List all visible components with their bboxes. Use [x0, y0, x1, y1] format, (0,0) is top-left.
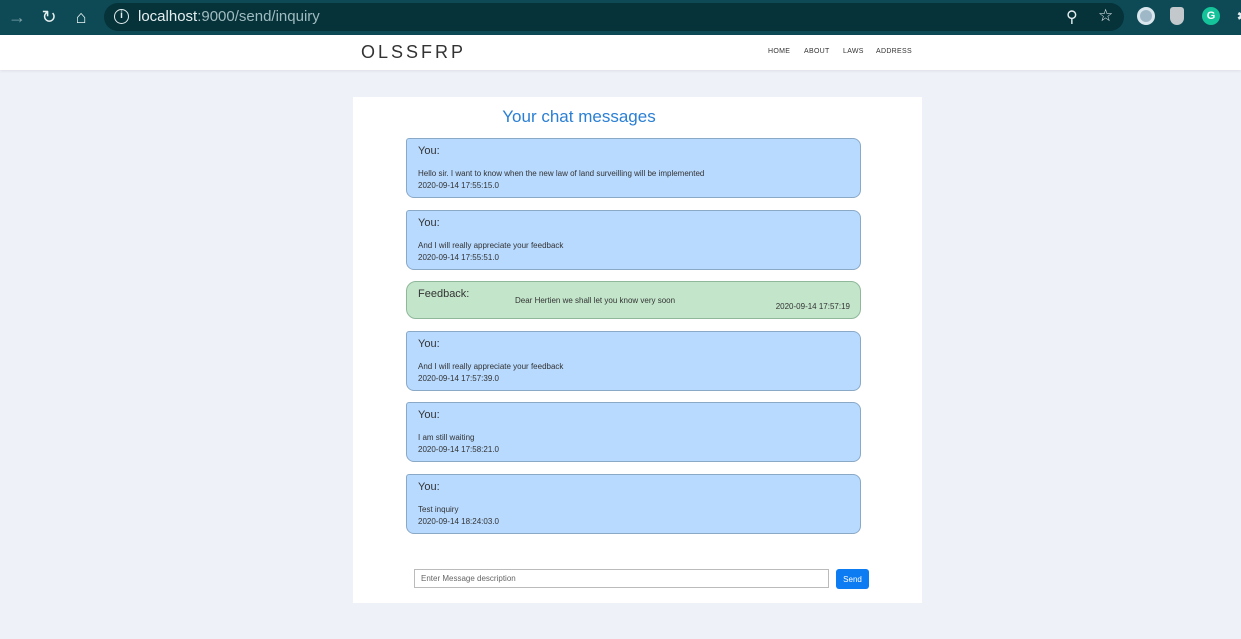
- extension-icon[interactable]: [1137, 7, 1155, 25]
- browser-toolbar: → ↻ ⌂ i localhost:9000/send/inquiry ⚲ ☆ …: [0, 0, 1241, 35]
- nav-address[interactable]: ADDRESS: [876, 48, 912, 55]
- message-timestamp: 2020-09-14 17:57:39.0: [418, 374, 499, 383]
- send-button[interactable]: Send: [836, 569, 869, 589]
- nav-home[interactable]: HOME: [768, 48, 790, 55]
- info-icon[interactable]: i: [114, 9, 129, 24]
- reload-icon[interactable]: ↻: [38, 6, 60, 28]
- url-host: localhost: [138, 8, 198, 25]
- zoom-icon[interactable]: ⚲: [1066, 7, 1078, 27]
- message-text: Dear Hertien we shall let you know very …: [515, 296, 676, 305]
- message-text: And I will really appreciate your feedba…: [418, 241, 564, 250]
- message-timestamp: 2020-09-14 18:24:03.0: [418, 517, 499, 526]
- chat-message-user: You: Hello sir. I want to know when the …: [406, 138, 861, 198]
- message-text: And I will really appreciate your feedba…: [418, 362, 564, 371]
- site-navbar: OLSSFRP HOME ABOUT LAWS ADDRESS: [0, 35, 1241, 70]
- chat-message-user: You: And I will really appreciate your f…: [406, 331, 861, 391]
- url-path: :9000/send/inquiry: [197, 8, 320, 25]
- message-text: Test inquiry: [418, 505, 459, 514]
- message-sender: You:: [418, 217, 440, 229]
- nav-about[interactable]: ABOUT: [804, 48, 830, 55]
- message-sender: You:: [418, 338, 440, 350]
- message-sender: Feedback:: [418, 288, 470, 300]
- message-text: I am still waiting: [418, 433, 475, 442]
- home-icon[interactable]: ⌂: [70, 6, 92, 28]
- message-sender: You:: [418, 409, 440, 421]
- address-bar[interactable]: i localhost:9000/send/inquiry ⚲ ☆: [104, 3, 1124, 31]
- message-timestamp: 2020-09-14 17:57:19: [775, 302, 850, 311]
- url-text[interactable]: localhost:9000/send/inquiry: [138, 8, 320, 25]
- chat-card: Your chat messages You: Hello sir. I wan…: [353, 97, 922, 603]
- message-timestamp: 2020-09-14 17:55:15.0: [418, 181, 499, 190]
- message-timestamp: 2020-09-14 17:58:21.0: [418, 445, 499, 454]
- bookmark-star-icon[interactable]: ☆: [1098, 6, 1113, 26]
- shield-extension-icon[interactable]: [1170, 7, 1184, 25]
- nav-laws[interactable]: LAWS: [843, 48, 864, 55]
- site-brand[interactable]: OLSSFRP: [361, 42, 466, 63]
- page-title: Your chat messages: [502, 107, 656, 126]
- message-timestamp: 2020-09-14 17:55:51.0: [418, 253, 499, 262]
- forward-arrow-icon[interactable]: →: [6, 6, 28, 28]
- message-input[interactable]: [414, 569, 829, 588]
- chat-message-user: You: And I will really appreciate your f…: [406, 210, 861, 270]
- chat-message-user: You: Test inquiry 2020-09-14 18:24:03.0: [406, 474, 861, 534]
- grammarly-icon[interactable]: G: [1202, 7, 1220, 25]
- message-sender: You:: [418, 145, 440, 157]
- message-sender: You:: [418, 481, 440, 493]
- message-text: Hello sir. I want to know when the new l…: [418, 169, 705, 178]
- chat-message-feedback: Feedback: Dear Hertien we shall let you …: [406, 281, 861, 319]
- puzzle-extensions-icon[interactable]: ✱: [1234, 7, 1241, 25]
- chat-message-user: You: I am still waiting 2020-09-14 17:58…: [406, 402, 861, 462]
